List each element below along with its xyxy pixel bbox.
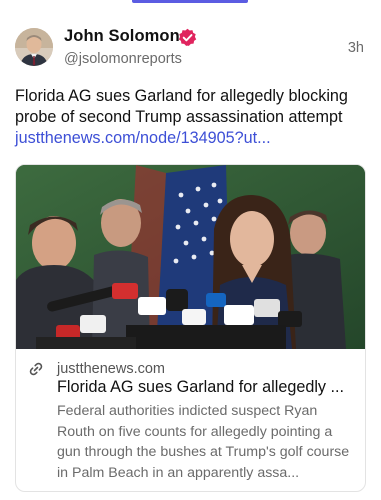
author-name[interactable]: John Solomon <box>64 27 180 46</box>
card-description: Federal authorities indicted suspect Rya… <box>57 403 350 481</box>
link-icon <box>29 362 43 376</box>
card-image <box>16 165 365 349</box>
link-preview-card[interactable]: justthenews.com Florida AG sues Garland … <box>15 164 366 492</box>
avatar-image <box>15 28 53 66</box>
post-text: Florida AG sues Garland for allegedly bl… <box>15 87 348 126</box>
post-link[interactable]: justthenews.com/node/134905?ut... <box>15 128 271 149</box>
social-post: John Solomon @jsolomonreports 3h Florida… <box>0 0 381 500</box>
card-domain: justthenews.com <box>57 361 165 377</box>
post-timestamp[interactable]: 3h <box>348 40 364 56</box>
author-handle[interactable]: @jsolomonreports <box>64 51 182 67</box>
author-avatar[interactable] <box>15 28 53 66</box>
press-conference-photo <box>16 165 365 349</box>
verified-badge-icon <box>178 28 197 46</box>
card-title[interactable]: Florida AG sues Garland for allegedly ..… <box>57 378 357 397</box>
